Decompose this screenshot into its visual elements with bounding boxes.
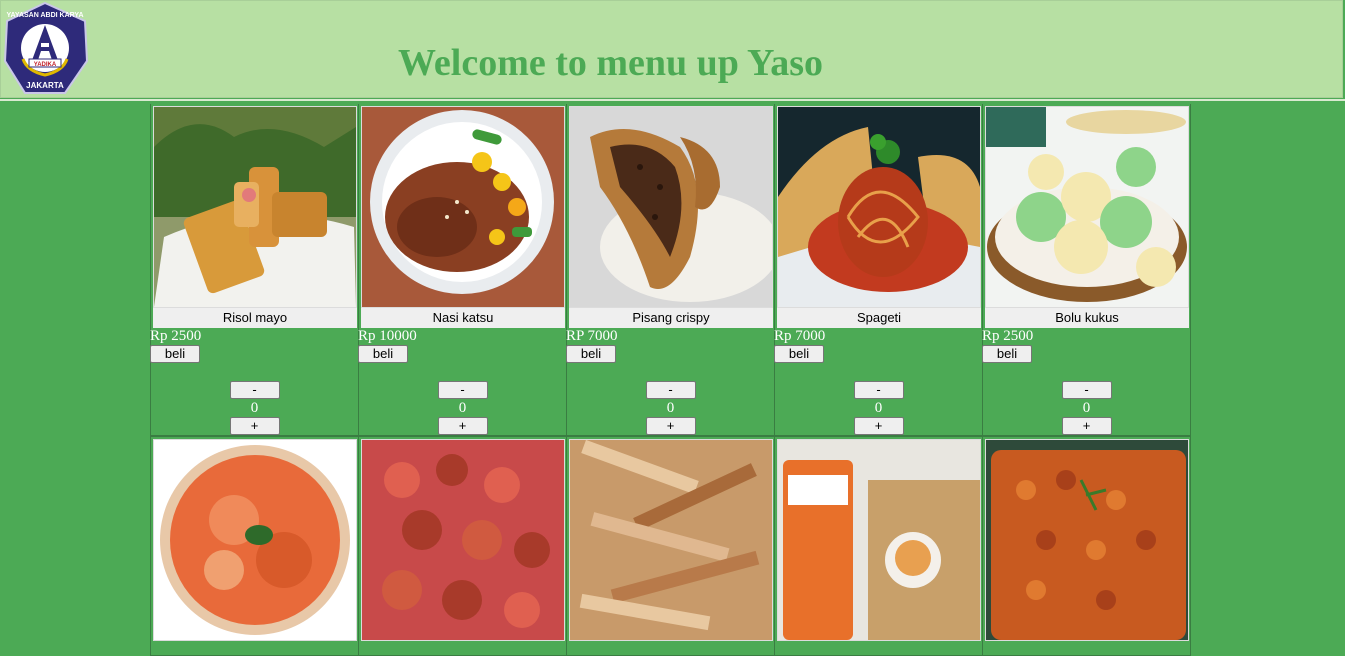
bolu-kukus-photo xyxy=(985,106,1189,308)
decrease-button[interactable]: - xyxy=(853,381,904,399)
increase-button[interactable]: + xyxy=(229,417,280,435)
risol-mayo-photo xyxy=(153,106,357,308)
logo-badge-text: YADIKA xyxy=(34,62,57,68)
food-price: Rp 2500 xyxy=(982,328,1034,344)
food-price: Rp 10000 xyxy=(358,328,417,344)
quantity-value: 0 xyxy=(458,400,467,416)
food-name: Spageti xyxy=(777,308,981,328)
decrease-button[interactable]: - xyxy=(645,381,696,399)
decrease-button[interactable]: - xyxy=(437,381,488,399)
quantity-value: 0 xyxy=(1082,400,1091,416)
page-header: YADIKA YAYASAN ABDI KARYA JAKARTA Welcom… xyxy=(0,0,1343,98)
food-name: Nasi katsu xyxy=(361,308,565,328)
menu-row: Risol mayo Rp 2500 beli - 0 + Nasi katsu… xyxy=(150,104,1193,436)
increase-button[interactable]: + xyxy=(1061,417,1112,435)
food-name: Bolu kukus xyxy=(985,308,1189,328)
quantity-value: 0 xyxy=(250,400,259,416)
menu-grid: Risol mayo Rp 2500 beli - 0 + Nasi katsu… xyxy=(150,104,1193,656)
menu-card-pisang-crispy: Pisang crispy RP 7000 beli - 0 + xyxy=(566,104,775,436)
yadika-logo: YADIKA YAYASAN ABDI KARYA JAKARTA xyxy=(3,1,89,94)
menu-card-bolu-kukus: Bolu kukus Rp 2500 beli - 0 + xyxy=(982,104,1191,436)
increase-button[interactable]: + xyxy=(645,417,696,435)
seblak-photo xyxy=(153,439,357,641)
food-name: Risol mayo xyxy=(153,308,357,328)
menu-card xyxy=(151,436,359,656)
buy-button[interactable]: beli xyxy=(358,345,408,363)
increase-button[interactable]: + xyxy=(437,417,488,435)
food-price: Rp 2500 xyxy=(150,328,202,344)
spicy-tofu-strips-photo xyxy=(569,439,773,641)
menu-card xyxy=(775,436,983,656)
quantity-stepper: - 0 + xyxy=(151,381,358,435)
muchy-chips-photo xyxy=(777,439,981,641)
menu-row xyxy=(151,436,1193,656)
quantity-stepper: - 0 + xyxy=(567,381,774,435)
nasi-katsu-photo xyxy=(361,106,565,308)
spageti-photo xyxy=(777,106,981,308)
buy-button[interactable]: beli xyxy=(566,345,616,363)
macaroni-photo xyxy=(985,439,1189,641)
quantity-value: 0 xyxy=(666,400,675,416)
buy-button[interactable]: beli xyxy=(982,345,1032,363)
menu-card-nasi-katsu: Nasi katsu Rp 10000 beli - 0 + xyxy=(358,104,567,436)
quantity-stepper: - 0 + xyxy=(775,381,982,435)
increase-button[interactable]: + xyxy=(853,417,904,435)
food-name: Pisang crispy xyxy=(569,308,773,328)
quantity-stepper: - 0 + xyxy=(983,381,1190,435)
menu-card xyxy=(567,436,775,656)
decrease-button[interactable]: - xyxy=(229,381,280,399)
page-title: Welcome to menu up Yaso xyxy=(398,42,824,84)
food-price: Rp 7000 xyxy=(774,328,826,344)
menu-card xyxy=(359,436,567,656)
quantity-value: 0 xyxy=(874,400,883,416)
menu-card-risol-mayo: Risol mayo Rp 2500 beli - 0 + xyxy=(150,104,359,436)
decrease-button[interactable]: - xyxy=(1061,381,1112,399)
buy-button[interactable]: beli xyxy=(150,345,200,363)
header-divider xyxy=(0,99,1345,101)
food-price: RP 7000 xyxy=(566,328,618,344)
menu-card xyxy=(983,436,1191,656)
buy-button[interactable]: beli xyxy=(774,345,824,363)
menu-card-spageti: Spageti Rp 7000 beli - 0 + xyxy=(774,104,983,436)
logo-top-text: YAYASAN ABDI KARYA xyxy=(6,12,83,19)
quantity-stepper: - 0 + xyxy=(359,381,566,435)
logo-bottom-text: JAKARTA xyxy=(26,81,64,90)
spicy-sausage-photo xyxy=(361,439,565,641)
pisang-crispy-photo xyxy=(569,106,773,308)
